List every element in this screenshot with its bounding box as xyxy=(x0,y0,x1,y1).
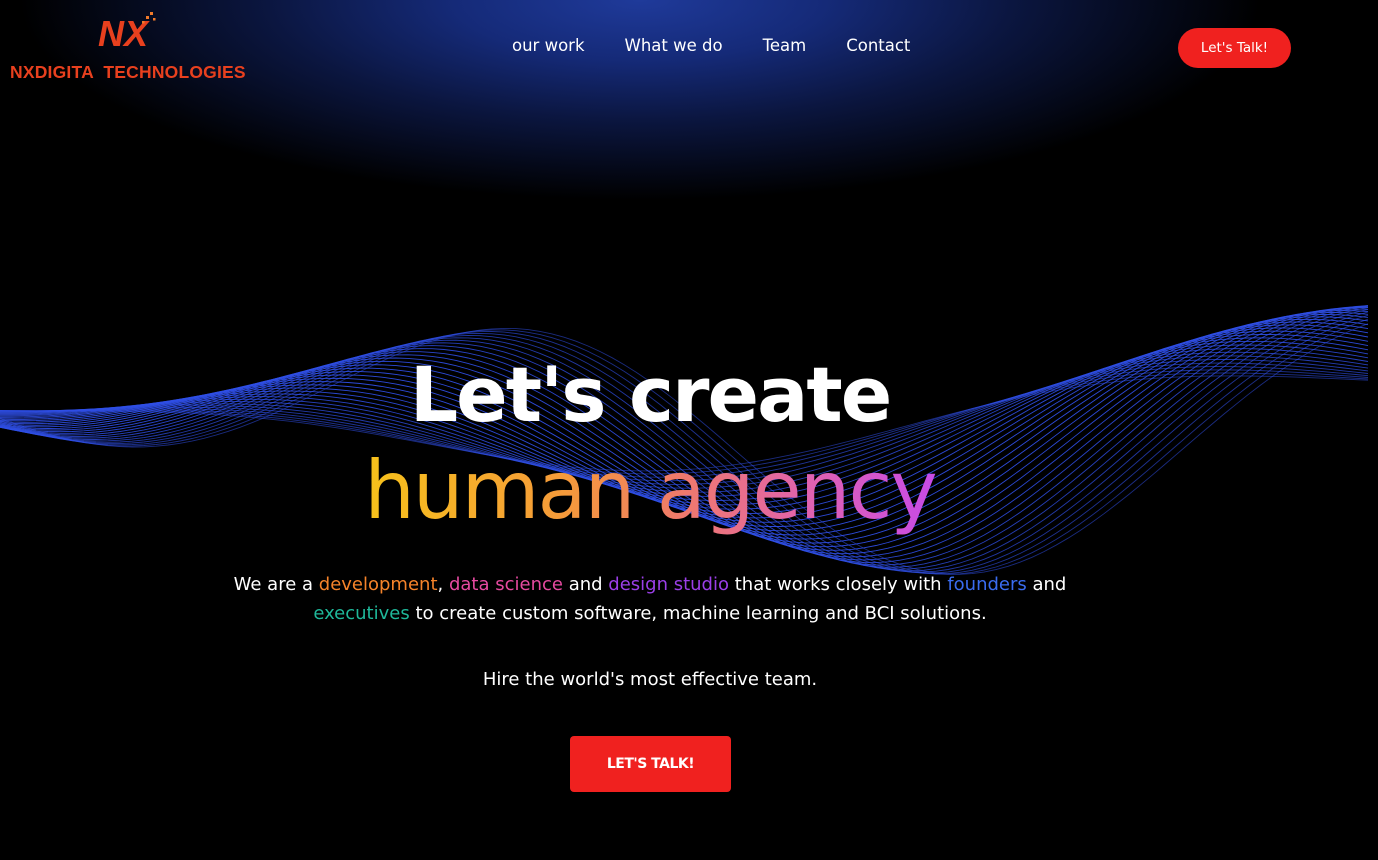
hero-headline-line1: Let's create xyxy=(409,350,893,439)
hero-headline-gradient-text: human agency xyxy=(364,444,938,537)
hero-section: Let's create human agency We are a devel… xyxy=(0,0,1378,860)
desc-text: and xyxy=(562,574,609,595)
desc-highlight-executives: executives xyxy=(313,603,410,624)
desc-highlight-data-science: data science xyxy=(448,574,563,595)
desc-text: to create custom software, machine learn… xyxy=(409,603,987,624)
hero-tagline: Hire the world's most effective team. xyxy=(482,669,818,690)
desc-text: and xyxy=(1026,574,1067,595)
desc-highlight-development: development xyxy=(318,574,438,595)
desc-text: that works closely with xyxy=(729,574,948,595)
hero-headline-line2: human agency xyxy=(0,445,1300,537)
desc-highlight-design-studio: design studio xyxy=(608,574,729,595)
desc-text: We are a xyxy=(233,574,319,595)
hero-description: We are a development, data science and d… xyxy=(200,570,1100,628)
desc-text: , xyxy=(437,574,449,595)
lets-talk-hero-button[interactable]: LET'S TALK! xyxy=(570,736,731,792)
desc-highlight-founders: founders xyxy=(947,574,1027,595)
